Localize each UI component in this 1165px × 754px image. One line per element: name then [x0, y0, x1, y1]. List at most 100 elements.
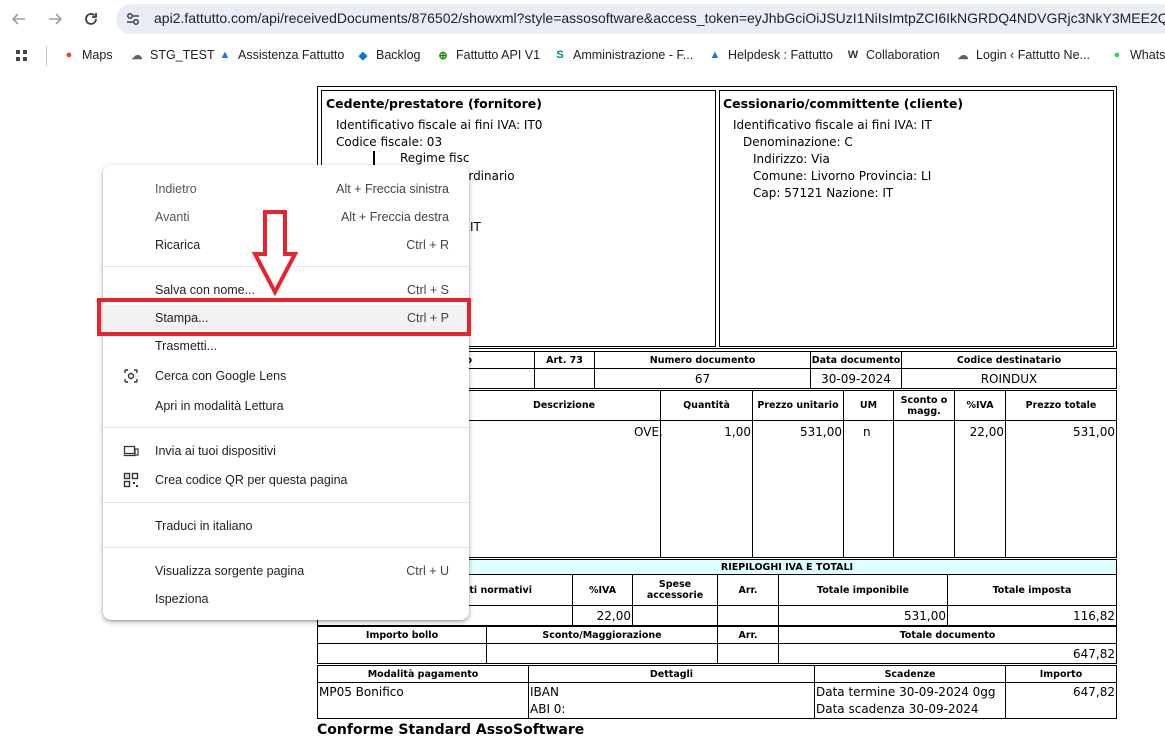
scadenze-header: Scadenze: [814, 665, 1006, 683]
prezzo-totale-value: 531,00: [1073, 425, 1115, 439]
cedente-regime-2: ordinario: [461, 169, 515, 183]
um-value: n: [863, 425, 871, 439]
menu-item-inspect[interactable]: Ispeziona: [103, 586, 469, 612]
data-header: Data documento: [810, 351, 902, 369]
iva-value: 22,00: [969, 425, 1004, 439]
menu-item-qr-code[interactable]: Crea codice QR per questa pagina: [103, 467, 469, 493]
url-text: api2.fattutto.com/api/receivedDocuments/…: [154, 10, 1165, 26]
modalita-header: Modalità pagamento: [317, 665, 529, 683]
cessionario-id-iva: Identificativo fiscale ai fini IVA: IT: [733, 118, 932, 132]
abi-value: ABI 0:: [530, 702, 566, 716]
browser-toolbar: api2.fattutto.com/api/receivedDocuments/…: [0, 0, 1165, 38]
devices-icon: [123, 443, 139, 459]
dettagli-header: Dettagli: [528, 665, 815, 683]
importo-value: 647,82: [1073, 685, 1115, 699]
bookmarks-bar: ● Maps ☁ STG_TEST ▲ Assistenza Fattutto ◆ Ba…: [0, 41, 1165, 71]
footer-standard: Conforme Standard AssoSoftware: [317, 722, 585, 738]
reload-icon[interactable]: [80, 8, 102, 30]
menu-item-back[interactable]: Indietro Alt + Freccia sinistra: [103, 176, 469, 202]
bookmark-backlog[interactable]: ◆ Backlog: [356, 48, 421, 62]
cedente-partial: IT: [470, 220, 481, 234]
sconto-header: Sconto o magg.: [893, 390, 955, 421]
prezzo-unitario-cell: [752, 420, 844, 558]
sharepoint-icon: S: [556, 49, 564, 61]
menu-item-google-lens[interactable]: Cerca con Google Lens: [103, 363, 469, 389]
bookmark-assistenza[interactable]: ▲ Assistenza Fattutto: [218, 48, 345, 62]
spese-header: Spese accessorie: [632, 574, 718, 606]
cedente-codice-fiscale: Codice fiscale: 03: [336, 135, 443, 149]
totale-doc-value: 647,82: [778, 643, 1117, 664]
imponibile-value: 531,00: [778, 605, 948, 626]
bookmark-fattutto-api[interactable]: ⊕ Fattutto API V1: [436, 48, 540, 62]
address-bar[interactable]: api2.fattutto.com/api/receivedDocuments/…: [116, 4, 1165, 34]
cedente-regime: Regime fisc: [400, 151, 470, 165]
qr-code-icon: [123, 472, 139, 488]
api-icon: ⊕: [438, 49, 448, 62]
menu-item-send-devices[interactable]: Invia ai tuoi dispositivi: [103, 438, 469, 464]
sconto-magg-value: [486, 643, 718, 664]
cedente-id-iva: Identificativo fiscale ai fini IVA: IT0: [336, 118, 543, 132]
menu-item-cast[interactable]: Trasmetti...: [103, 333, 469, 359]
quantita-value: 1,00: [724, 425, 751, 439]
collaboration-icon: W: [847, 49, 859, 61]
art73-header: Art. 73: [534, 351, 595, 369]
um-header: UM: [843, 390, 894, 421]
quantita-cell: [660, 420, 753, 558]
print-highlight-box: [97, 298, 471, 336]
cessionario-title: Cessionario/committente (cliente): [723, 96, 964, 111]
cloud-icon: ☁: [957, 49, 969, 62]
menu-item-translate[interactable]: Traduci in italiano: [103, 513, 469, 539]
cessionario-denominazione: Denominazione: C: [743, 135, 853, 149]
menu-item-reading-mode[interactable]: Apri in modalità Lettura: [103, 393, 469, 419]
back-icon[interactable]: [8, 8, 30, 30]
bookmarks-separator: [46, 46, 47, 66]
totale-doc-header: Totale documento: [778, 626, 1117, 644]
sconto-magg-header: Sconto/Maggiorazione: [486, 626, 718, 644]
imposta-header: Totale imposta: [947, 574, 1117, 606]
menu-separator: [103, 547, 469, 548]
fattutto-icon: ▲: [219, 49, 231, 61]
prezzo-unitario-value: 531,00: [800, 425, 842, 439]
spese-value: [632, 605, 718, 626]
down-arrow-icon: [251, 210, 299, 296]
cedente-title: Cedente/prestatore (fornitore): [326, 96, 542, 111]
imponibile-header: Totale imponibile: [778, 574, 948, 606]
riepilogo-iva-value: 22,00: [572, 605, 633, 626]
forward-icon[interactable]: [44, 8, 66, 30]
bookmark-stg-test[interactable]: ☁ STG_TEST: [130, 48, 215, 62]
bookmark-login[interactable]: ☁ Login ‹ Fattutto Ne...: [956, 48, 1090, 62]
menu-separator: [103, 502, 469, 503]
bookmark-whatsapp[interactable]: ● Whats: [1110, 48, 1165, 62]
bookmark-helpdesk[interactable]: ▲ Helpdesk : Fattutto: [708, 48, 833, 62]
iva-cell: [954, 420, 1006, 558]
fattutto-icon: ▲: [709, 49, 721, 61]
descrizione-value: OVE.: [634, 425, 663, 439]
prezzo-unitario-header: Prezzo unitario: [752, 390, 844, 421]
bookmark-amministrazione[interactable]: S Amministrazione - F...: [553, 48, 693, 62]
art73-value: [534, 368, 595, 389]
arr2-header: Arr.: [717, 626, 779, 644]
dettagli-cell: [528, 682, 815, 719]
menu-item-view-source[interactable]: Visualizza sorgente pagina Ctrl + U: [103, 558, 469, 584]
site-info-icon[interactable]: [124, 10, 142, 28]
whatsapp-icon: ●: [1113, 49, 1121, 61]
bollo-header: Importo bollo: [317, 626, 487, 644]
iva-header: %IVA: [954, 390, 1006, 421]
apps-icon[interactable]: [14, 48, 30, 64]
azure-devops-icon: ◆: [358, 49, 368, 62]
numero-value: 67: [594, 368, 811, 389]
iban-value: IBAN: [530, 685, 559, 699]
cessionario-comune: Comune: Livorno Provincia: LI: [753, 169, 932, 183]
cloud-icon: ☁: [131, 49, 143, 62]
modalita-value: MP05 Bonifico: [319, 685, 404, 699]
scadenza-2: Data scadenza 30-09-2024: [816, 702, 979, 716]
google-lens-icon: [123, 368, 139, 384]
quantita-header: Quantità: [660, 390, 753, 421]
menu-separator: [103, 427, 469, 428]
cessionario-cap: Cap: 57121 Nazione: IT: [753, 186, 894, 200]
scadenza-1: Data termine 30-09-2024 0gg: [816, 685, 996, 699]
cessionario-indirizzo: Indirizzo: Via: [753, 152, 830, 166]
bookmark-maps[interactable]: ● Maps: [62, 48, 113, 62]
data-value: 30-09-2024: [810, 368, 902, 389]
bookmark-collaboration[interactable]: W Collaboration: [846, 48, 940, 62]
